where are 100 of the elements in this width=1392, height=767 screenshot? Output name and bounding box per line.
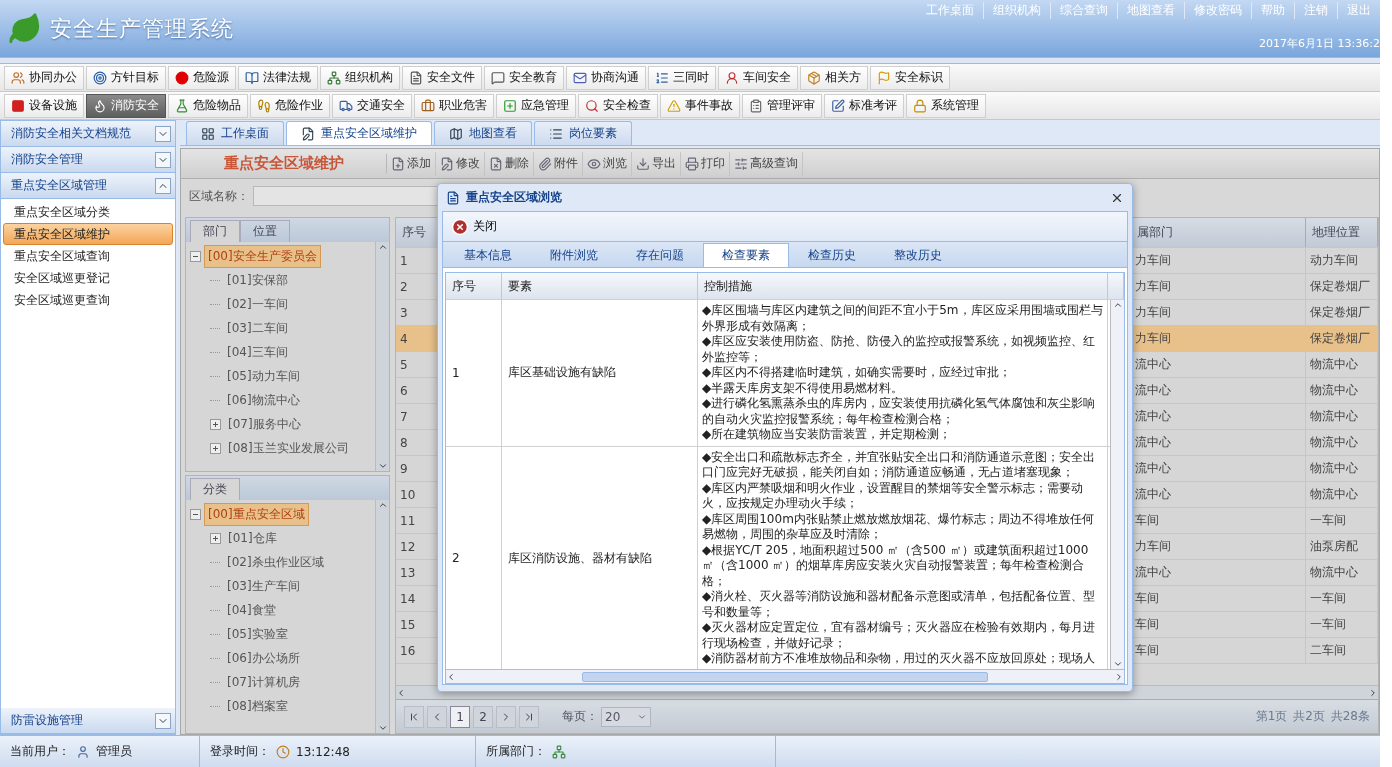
table-cell: 一车间 (1306, 612, 1378, 637)
tree-node[interactable]: [02]杀虫作业区域 (223, 550, 328, 574)
toolbar-button[interactable]: 修改 (436, 151, 485, 176)
module-button[interactable]: 法律法规 (238, 65, 318, 90)
toolbar-button[interactable]: 高级查询 (730, 151, 803, 176)
tree-node[interactable]: [00]重点安全区域 (204, 502, 309, 526)
first-page-button[interactable] (404, 705, 424, 728)
tree-node[interactable]: [01]仓库 (224, 526, 281, 550)
module-button[interactable]: 交通安全 (332, 93, 412, 118)
flag-icon (877, 70, 891, 85)
tree-node[interactable]: [06]物流中心 (223, 388, 304, 412)
module-button[interactable]: 危险物品 (168, 93, 248, 118)
plus-icon[interactable] (210, 532, 221, 544)
sidebar-item[interactable]: 重点安全区域维护 (3, 223, 173, 245)
accordion-header[interactable]: 重点安全区域管理 (1, 173, 175, 199)
module-button[interactable]: 安全标识 (870, 65, 950, 90)
tree-node[interactable]: [05]动力车间 (223, 364, 304, 388)
accordion-header[interactable]: 消防安全相关文档规范 (1, 121, 175, 147)
briefcase-icon (421, 98, 435, 113)
tab[interactable]: 整改历史 (875, 243, 961, 267)
module-button[interactable]: 相关方 (800, 65, 868, 90)
tree-node[interactable]: [04]食堂 (223, 598, 280, 622)
search-icon (585, 98, 599, 113)
module-button[interactable]: 危险作业 (250, 93, 330, 118)
page-button[interactable]: 2 (473, 705, 493, 728)
tree-node[interactable]: [05]实验室 (223, 622, 292, 646)
module-button[interactable]: 三同时 (648, 65, 716, 90)
table-cell: 保定卷烟厂 (1306, 274, 1378, 299)
toolbar-button[interactable]: 附件 (534, 151, 583, 176)
module-button[interactable]: 消防安全 (86, 93, 166, 118)
accordion-header[interactable]: 消防安全管理 (1, 147, 175, 173)
module-button[interactable]: 危险源 (168, 65, 236, 90)
module-button[interactable]: 安全教育 (484, 65, 564, 90)
tab[interactable]: 分类 (190, 478, 240, 500)
tab[interactable]: 位置 (240, 220, 290, 242)
toolbar-button[interactable]: 删除 (485, 151, 534, 176)
minus-icon[interactable] (190, 250, 201, 262)
tab[interactable]: 检查历史 (789, 243, 875, 267)
page-size-select[interactable]: 20 (601, 706, 651, 727)
vertical-scrollbar[interactable] (375, 500, 389, 733)
module-button[interactable]: 系统管理 (906, 93, 986, 118)
tab[interactable]: 存在问题 (617, 243, 703, 267)
tree-node[interactable]: [07]服务中心 (224, 412, 305, 436)
module-button[interactable]: 应急管理 (496, 93, 576, 118)
toolbar-button[interactable]: 打印 (681, 151, 730, 176)
tree-node[interactable]: [03]二车间 (223, 316, 292, 340)
vertical-scrollbar[interactable] (375, 242, 389, 471)
expand-icon (155, 125, 171, 142)
tab[interactable]: 基本信息 (445, 243, 531, 267)
page-button[interactable]: 1 (450, 705, 470, 728)
module-button[interactable]: 协同办公 (4, 65, 84, 90)
toolbar-button[interactable]: 浏览 (583, 151, 632, 176)
tree-node[interactable]: [08]玉兰实业发展公司 (224, 436, 353, 460)
tree-node[interactable]: [04]三车间 (223, 340, 292, 364)
tab[interactable]: 检查要素 (703, 243, 789, 267)
module-button[interactable]: 车间安全 (718, 65, 798, 90)
toolbar-button[interactable]: 添加 (387, 151, 436, 176)
module-button[interactable]: 管理评审 (742, 93, 822, 118)
tab[interactable]: 附件浏览 (531, 243, 617, 267)
tree-node[interactable]: [06]办公场所 (223, 646, 304, 670)
toolbar-button[interactable]: 导出 (632, 151, 681, 176)
previous-page-button[interactable] (427, 705, 447, 728)
tree-node[interactable]: [01]安保部 (223, 268, 292, 292)
module-button[interactable]: 设备设施 (4, 93, 84, 118)
tree-node[interactable]: [00]安全生产委员会 (204, 244, 321, 268)
module-button[interactable]: 协商沟通 (566, 65, 646, 90)
plus-icon[interactable] (210, 418, 221, 430)
printer-icon (685, 156, 699, 171)
accordion-header[interactable]: 防雷设施管理 (1, 708, 175, 734)
close-button[interactable]: 关闭 (447, 215, 501, 238)
tree-node[interactable]: [08]档案室 (223, 694, 292, 718)
next-page-button[interactable] (496, 705, 516, 728)
module-button[interactable]: 组织机构 (320, 65, 400, 90)
module-button[interactable]: 方针目标 (86, 65, 166, 90)
module-button[interactable]: 职业危害 (414, 93, 494, 118)
sidebar-item[interactable]: 安全区域巡更登记 (3, 267, 173, 289)
minus-icon[interactable] (190, 508, 201, 520)
tab[interactable]: 部门 (190, 220, 240, 242)
sidebar-item[interactable]: 重点安全区域查询 (3, 245, 173, 267)
vertical-scrollbar[interactable] (1110, 300, 1124, 669)
horizontal-scrollbar[interactable] (446, 669, 1124, 683)
tree-node[interactable]: [07]计算机房 (223, 670, 304, 694)
lock-icon (913, 98, 927, 113)
tab[interactable]: 重点安全区域维护 (286, 121, 432, 145)
module-button[interactable]: 事件事故 (660, 93, 740, 118)
tab[interactable]: 岗位要素 (534, 121, 632, 145)
tab[interactable]: 地图查看 (434, 121, 532, 145)
plus-icon[interactable] (210, 442, 221, 454)
module-button[interactable]: 安全文件 (402, 65, 482, 90)
table-cell: 物流中心 (1306, 456, 1378, 481)
person-icon (725, 70, 739, 85)
sidebar-item[interactable]: 重点安全区域分类 (3, 201, 173, 223)
sidebar-item[interactable]: 安全区域巡更查询 (3, 289, 173, 311)
module-button[interactable]: 标准考评 (824, 93, 904, 118)
tree-node[interactable]: [03]生产车间 (223, 574, 304, 598)
module-button[interactable]: 安全检查 (578, 93, 658, 118)
last-page-button[interactable] (519, 705, 539, 728)
table-cell: 物流中心 (1306, 560, 1378, 585)
tree-node[interactable]: [02]一车间 (223, 292, 292, 316)
tab[interactable]: 工作桌面 (186, 121, 284, 145)
